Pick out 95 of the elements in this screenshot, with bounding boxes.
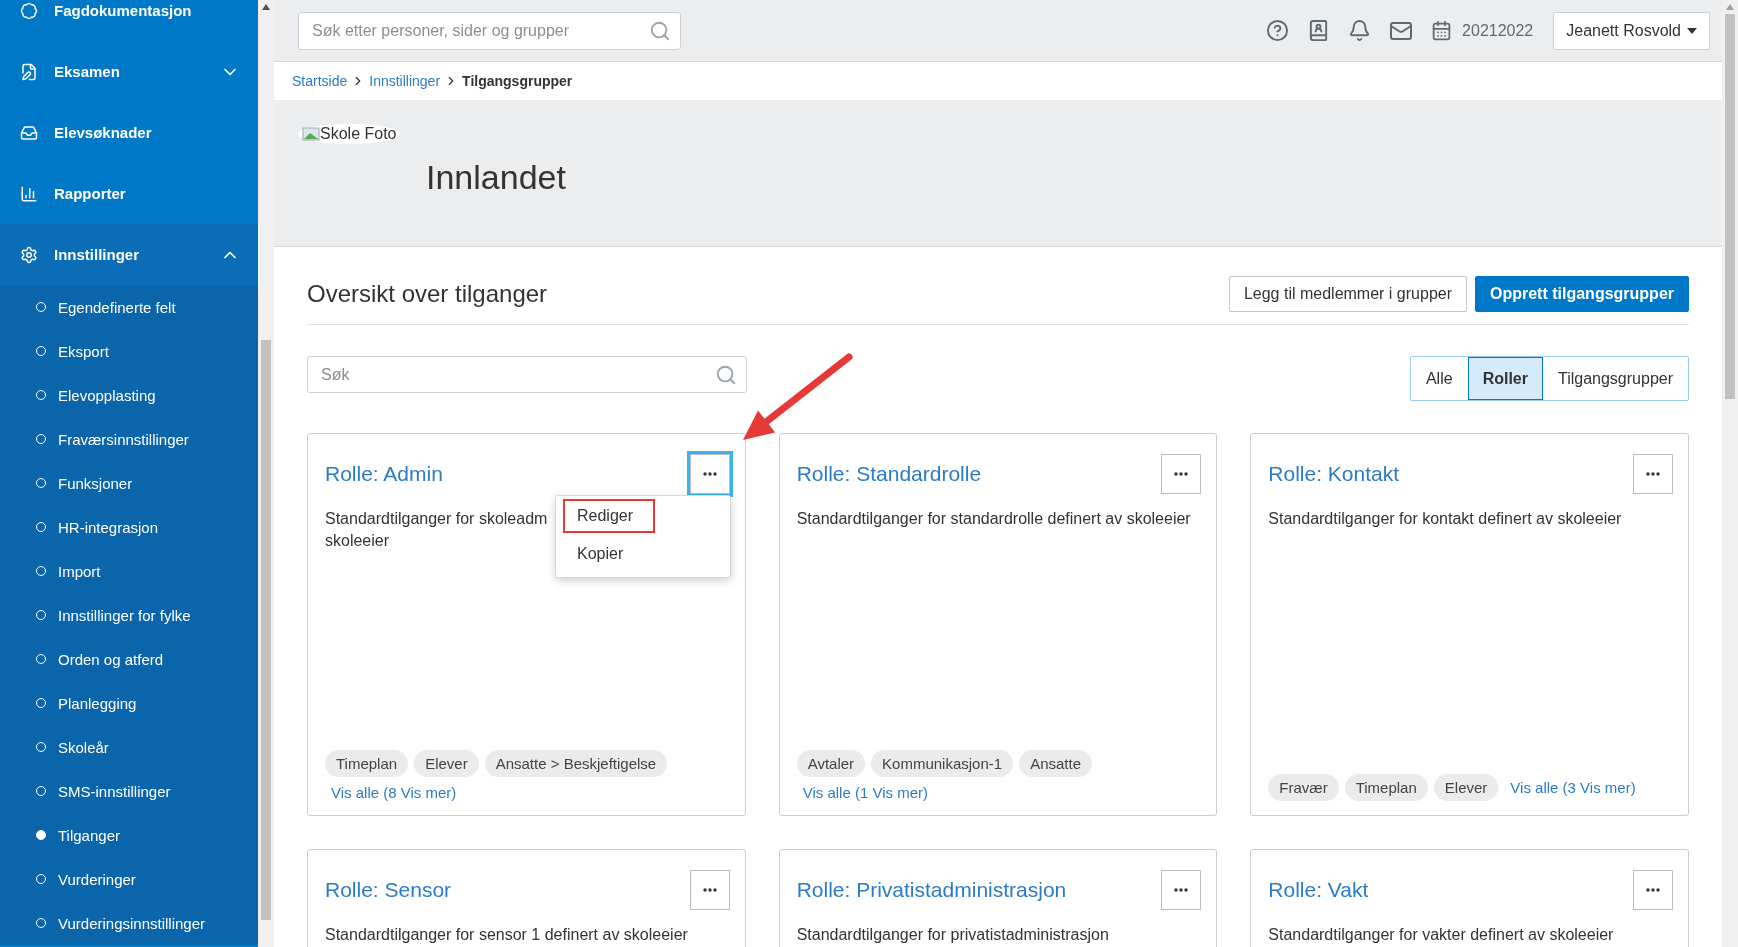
sidebar-subitem[interactable]: Funksjoner [0, 461, 258, 505]
menu-item[interactable]: Kopier [563, 537, 655, 571]
more-button[interactable] [1161, 454, 1202, 494]
more-button[interactable] [1633, 454, 1673, 494]
seal-icon [20, 1, 38, 20]
card-description: Standardtilganger for skoleadm skoleeier [325, 509, 548, 551]
filter-tab[interactable]: Roller [1467, 357, 1543, 400]
tag: Elever [414, 750, 479, 777]
ellipsis-icon [702, 472, 717, 476]
subitem-label: SMS-innstillinger [58, 782, 171, 800]
tag: Ansatte > Beskjeftigelse [484, 750, 668, 777]
sidebar-subitem[interactable]: Orden og atferd [0, 637, 258, 681]
sidebar-subitem[interactable]: Elevopplasting [0, 373, 258, 417]
more-button[interactable] [1633, 870, 1673, 910]
card-title[interactable]: Rolle: Kontakt [1268, 462, 1400, 486]
sidebar-subitem[interactable]: Import [0, 549, 258, 593]
sidebar-subitem[interactable]: HR-integrasjon [0, 505, 258, 549]
page-title: Innlandet [426, 158, 567, 197]
tag: Fravær [1268, 774, 1339, 801]
tag: Ansatte [1019, 750, 1092, 777]
scroll-thumb[interactable] [261, 340, 271, 920]
sidebar-subitem[interactable]: Vurderinger [0, 857, 258, 901]
settings-icon [20, 245, 38, 264]
user-menu-button[interactable]: Jeanett Rosvold [1553, 11, 1710, 50]
card-description: Standardtilganger for sensor 1 definert av skoleeier [325, 925, 688, 945]
inbox-icon [20, 123, 38, 142]
subitem-label: HR-integrasjon [58, 518, 159, 536]
subitem-label: Planlegging [58, 694, 137, 712]
sidebar-subitem[interactable]: Eksport [0, 329, 258, 373]
breadcrumb-link[interactable]: Innstillinger [369, 73, 441, 89]
caret-icon [1687, 27, 1697, 34]
more-button[interactable] [689, 454, 730, 494]
ellipsis-icon [1646, 888, 1660, 892]
show-all-link[interactable]: Vis alle (3 Vis mer) [1504, 779, 1636, 796]
search-field[interactable]: Søk etter personer, sider og grupper [298, 11, 681, 50]
subitem-label: Fraværsinnstillinger [58, 430, 189, 448]
more-button[interactable] [1161, 870, 1202, 910]
card-description: Standardtilganger for privatistadministrasjon [796, 925, 1109, 945]
card-description: Standardtilganger for standardrolle definert av skoleeier [796, 509, 1191, 529]
subitem-label: Innstillinger for fylke [58, 606, 191, 624]
subitem-label: Elevopplasting [58, 386, 156, 404]
search-icon [715, 363, 737, 386]
school-year: 20212022 [1462, 21, 1534, 40]
document-pen-icon [20, 62, 38, 81]
scroll-up-icon [262, 4, 270, 10]
ellipsis-icon [702, 888, 717, 892]
sidebar-subitem[interactable]: Egendefinerte felt [0, 285, 258, 329]
bar-chart-icon [20, 184, 38, 203]
card-title[interactable]: Rolle: Privatistadministrasjon [796, 878, 1067, 902]
search-field[interactable]: Søk [307, 356, 747, 393]
ellipsis-icon [1646, 472, 1660, 476]
subitem-label: Funksjoner [58, 474, 133, 492]
sidebar-subitem[interactable]: Innstillinger for fylke [0, 593, 258, 637]
subitem-label: Orden og atferd [58, 650, 164, 668]
tag: Elever [1433, 774, 1499, 801]
show-all-link[interactable]: Vis alle (1 Vis mer) [796, 784, 928, 801]
sidebar-subitem[interactable]: Fraværsinnstillinger [0, 417, 258, 461]
breadcrumb-link[interactable]: Startside [292, 73, 348, 89]
subitem-label: Vurderinger [58, 870, 136, 888]
sidebar-subitem[interactable]: Vurderingsinnstillinger [0, 901, 258, 945]
subitem-label: Eksport [58, 342, 109, 360]
tag: Timeplan [1344, 774, 1428, 801]
subitem-label: Import [58, 562, 101, 580]
create-button[interactable]: Opprett tilgangsgrupper [1475, 275, 1689, 312]
ellipsis-icon [1174, 472, 1189, 476]
broken-image-icon [302, 127, 320, 141]
subitem-label: Vurderingsinnstillinger [58, 914, 206, 932]
subitem-label: Skoleår [58, 738, 109, 756]
card-description: Standardtilganger for kontakt definert av skoleeier [1268, 509, 1622, 529]
card-description: Standardtilganger for vakter definert av skoleeier [1268, 925, 1614, 945]
card-title[interactable]: Rolle: Sensor [325, 878, 452, 902]
image-alt-text: Skole Foto [320, 125, 397, 143]
add-members-button[interactable]: Legg til medlemmer i grupper [1228, 275, 1467, 312]
tag: Kommunikasjon-1 [871, 750, 1014, 777]
sidebar-subitem[interactable]: Planlegging [0, 681, 258, 725]
sidebar-subitem[interactable]: Skoleår [0, 725, 258, 769]
tag: Timeplan [325, 750, 409, 777]
menu-item[interactable]: Rediger [563, 499, 655, 533]
sidebar-item[interactable]: Innstillinger [0, 224, 258, 285]
sidebar-subitem[interactable]: SMS-innstillinger [0, 769, 258, 813]
scroll-up-icon [1726, 4, 1734, 10]
subitem-label: Egendefinerte felt [58, 298, 176, 316]
card-title[interactable]: Rolle: Admin [325, 462, 443, 486]
sidebar-subitem[interactable]: Tilganger [0, 813, 258, 857]
section-title: Oversikt over tilganger [307, 279, 548, 308]
subitem-label: Tilganger [58, 826, 120, 844]
ellipsis-icon [1174, 888, 1189, 892]
more-button[interactable] [689, 870, 730, 910]
card-title[interactable]: Rolle: Vakt [1268, 878, 1369, 902]
scroll-thumb[interactable] [1725, 14, 1735, 399]
breadcrumb-current-page: Tilgangsgrupper [462, 73, 573, 89]
tag: Avtaler [796, 750, 866, 777]
search-icon [649, 19, 671, 42]
card-title[interactable]: Rolle: Standardrolle [796, 462, 982, 486]
show-all-link[interactable]: Vis alle (8 Vis mer) [325, 784, 457, 801]
